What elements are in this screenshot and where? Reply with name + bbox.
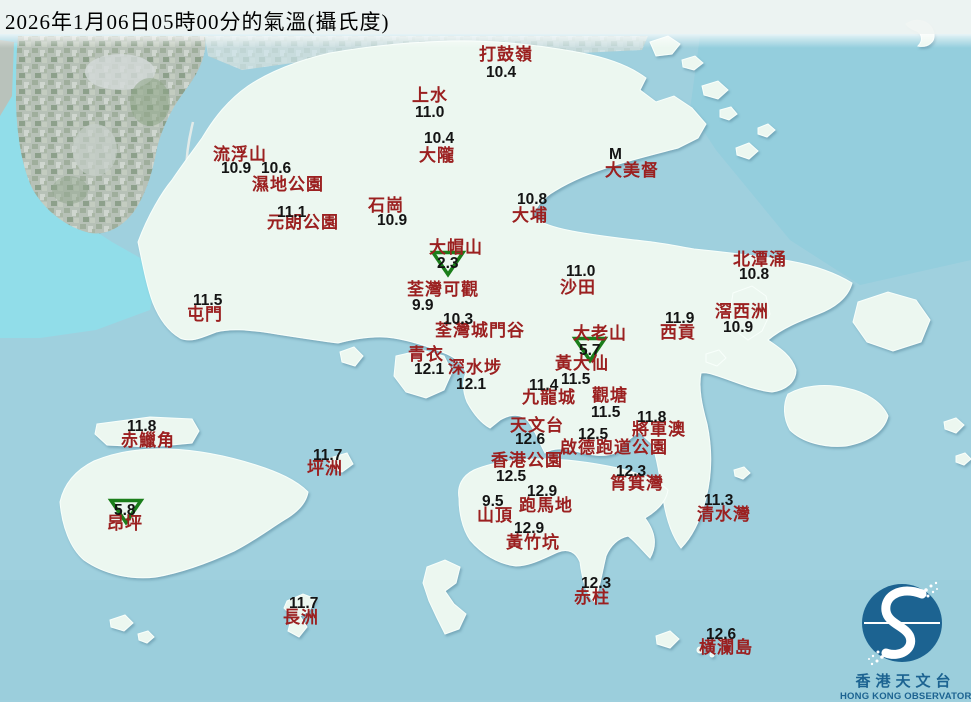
station-temperature: 12.9 — [527, 483, 558, 500]
station-name: 大帽山 — [429, 238, 483, 257]
station-name: 上水 — [412, 86, 448, 105]
station-temperature: 9.9 — [412, 297, 434, 314]
station-temperature: 11.7 — [289, 595, 319, 612]
station-temperature: 11.0 — [566, 263, 596, 280]
station-name: 滘西洲 — [715, 302, 769, 321]
station-temperature: 10.9 — [221, 160, 252, 177]
station-temperature: 11.3 — [704, 492, 734, 509]
station-temperature: 11.7 — [313, 447, 343, 464]
station-temperature: M — [609, 146, 622, 163]
station-temperature: 11.0 — [415, 104, 445, 121]
station-temperature: 11.8 — [127, 418, 157, 435]
station-temperature: 11.5 — [561, 371, 591, 388]
station-temperature: 10.6 — [261, 160, 292, 177]
station-temperature: 11.5 — [591, 404, 621, 421]
station-name: 深水埗 — [448, 358, 502, 377]
map-title: 2026年1月06日05時00分的氣溫(攝氏度) — [5, 10, 390, 34]
station-name: 香港公園 — [491, 451, 563, 470]
station-name: 觀塘 — [592, 386, 628, 405]
station-temperature: 5.8 — [114, 502, 136, 519]
station-temperature: 12.1 — [414, 361, 445, 378]
stations-layer: 打鼓嶺 10.4 上水 11.0 流浮山 10.9 濕地公園 10.6 元朗公園… — [0, 0, 971, 700]
station-temperature: 12.3 — [581, 575, 612, 592]
station-name: 濕地公園 — [252, 175, 324, 194]
station-temperature: 11.5 — [193, 292, 223, 309]
station-name: 黃大仙 — [555, 354, 609, 373]
station-temperature: 12.6 — [515, 431, 546, 448]
station-temperature: 9.5 — [482, 493, 504, 510]
station-temperature: 10.9 — [377, 212, 408, 229]
station-temperature: 10.9 — [723, 319, 754, 336]
station-name: 大美督 — [605, 161, 659, 180]
hko-logo-name-en: HONG KONG OBSERVATORY — [840, 690, 971, 702]
station-temperature: 11.9 — [665, 310, 695, 327]
station-temperature: 10.4 — [424, 130, 455, 147]
station-temperature: 12.3 — [616, 463, 647, 480]
station-name: 荃灣可觀 — [407, 280, 479, 299]
station-name: 大埔 — [512, 206, 548, 225]
station-temperature: 10.8 — [739, 266, 770, 283]
station-name: 啟德跑道公園 — [560, 438, 668, 457]
station-temperature: 10.4 — [486, 64, 517, 81]
station-temperature: 12.6 — [706, 626, 737, 643]
hko-logo-name-zh: 香港天文台 — [855, 674, 956, 690]
station-temperature: 11.8 — [637, 409, 667, 426]
station-temperature: 10.3 — [443, 311, 474, 328]
station-temperature: 12.5 — [578, 426, 609, 443]
station-temperature: 12.5 — [496, 468, 527, 485]
station-temperature: 12.1 — [456, 376, 487, 393]
station-temperature: 12.9 — [514, 520, 545, 537]
station-temperature: 11.1 — [277, 204, 307, 221]
station-name: 大老山 — [573, 324, 627, 343]
station-name: 沙田 — [560, 278, 596, 297]
station-temperature: 11.4 — [529, 377, 559, 394]
station-temperature: 2.3 — [437, 255, 459, 272]
hko-logo: 香港天文台 HONG KONG OBSERVATORY — [840, 560, 971, 702]
station-name: 打鼓嶺 — [479, 45, 533, 64]
station-temperature: 10.8 — [517, 191, 548, 208]
hko-logo-icon — [862, 581, 942, 666]
station-name: 大隴 — [419, 146, 455, 165]
